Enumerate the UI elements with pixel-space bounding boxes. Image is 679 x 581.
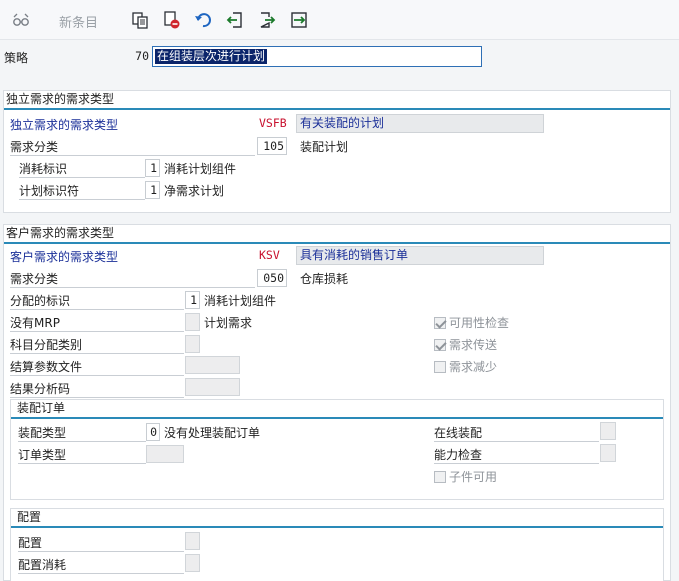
customer-req-type-label: 客户需求的需求类型 (10, 250, 119, 264)
strategy-value[interactable]: 70 (129, 48, 151, 66)
online-assembly-label: 在线装配 (434, 424, 599, 442)
section-title: 装配订单 (17, 401, 66, 415)
no-mrp-desc: 计划需求 (204, 316, 253, 330)
no-mrp-label: 没有MRP (10, 314, 184, 332)
order-type-input[interactable] (146, 445, 184, 463)
customer-req-class-label: 需求分类 (10, 270, 255, 288)
section-title: 独立需求的需求类型 (6, 92, 115, 106)
consumption-indicator-label: 消耗标识 (19, 160, 145, 178)
section-divider (4, 242, 670, 244)
allocation-indicator-label: 分配的标识 (10, 292, 184, 310)
requirements-transfer-label: 需求传送 (449, 338, 498, 352)
components-availability-label: 子件可用 (449, 470, 498, 484)
checkbox-icon (434, 471, 446, 483)
strategy-description-field[interactable]: 在组装层次进行计划 (152, 46, 482, 67)
independent-req-class-desc: 装配计划 (300, 140, 349, 154)
independent-req-type-input[interactable]: VSFB (257, 115, 295, 133)
checkbox-icon (434, 361, 446, 373)
results-analysis-label: 结果分析码 (10, 380, 184, 398)
section-title: 客户需求的需求类型 (6, 226, 115, 240)
order-type-label: 订单类型 (18, 446, 146, 464)
account-assignment-label: 科目分配类别 (10, 336, 184, 354)
section-divider (4, 108, 670, 110)
customer-req-class-input[interactable]: 050 (257, 269, 287, 287)
results-analysis-input[interactable] (185, 378, 240, 396)
previous-entry-icon[interactable] (226, 11, 244, 29)
config-consumption-label: 配置消耗 (18, 556, 184, 574)
configuration-input[interactable] (185, 532, 200, 550)
section-divider (11, 526, 663, 528)
assembly-type-desc: 没有处理装配订单 (164, 426, 261, 440)
assembly-type-input[interactable]: 0 (146, 423, 160, 441)
capacity-check-input[interactable] (600, 444, 616, 462)
planning-indicator-input[interactable]: 1 (145, 181, 160, 199)
account-assignment-input[interactable] (185, 335, 200, 353)
next-entry-icon[interactable] (258, 11, 276, 29)
independent-req-class-label: 需求分类 (10, 138, 255, 156)
customer-req-type-input[interactable]: KSV (257, 247, 295, 265)
consumption-indicator-desc: 消耗计划组件 (164, 162, 237, 176)
capacity-check-label: 能力检查 (434, 446, 599, 464)
online-assembly-input[interactable] (600, 422, 616, 440)
availability-check-label: 可用性检查 (449, 316, 510, 330)
section-title: 配置 (17, 510, 42, 524)
undo-icon[interactable] (194, 11, 212, 29)
strategy-description: 在组装层次进行计划 (155, 49, 268, 64)
settlement-profile-input[interactable] (185, 356, 240, 374)
strategy-label: 策略 (4, 51, 29, 65)
independent-req-type-desc: 有关装配的计划 (296, 114, 544, 133)
requirements-reduction-label: 需求减少 (449, 360, 498, 374)
assembly-type-label: 装配类型 (18, 424, 146, 442)
glasses-icon[interactable] (12, 11, 30, 29)
requirements-transfer-checkbox[interactable]: 需求传送 (434, 337, 497, 353)
allocation-indicator-desc: 消耗计划组件 (204, 294, 277, 308)
customer-req-class-desc: 仓库损耗 (300, 272, 349, 286)
availability-check-checkbox[interactable]: 可用性检查 (434, 315, 509, 331)
independent-req-class-input[interactable]: 105 (257, 137, 287, 155)
config-consumption-input[interactable] (185, 554, 200, 572)
application-toolbar: 新条目 (0, 0, 679, 40)
independent-req-type-label: 独立需求的需求类型 (10, 118, 119, 132)
delete-icon[interactable] (162, 11, 180, 29)
checkbox-icon (434, 317, 446, 329)
components-availability-checkbox[interactable]: 子件可用 (434, 469, 497, 485)
customer-req-type-desc: 具有消耗的销售订单 (296, 246, 544, 265)
allocation-indicator-input[interactable]: 1 (185, 291, 200, 309)
no-mrp-input[interactable] (185, 313, 200, 331)
planning-indicator-label: 计划标识符 (19, 182, 145, 200)
checkbox-icon (434, 339, 446, 351)
requirements-reduction-checkbox[interactable]: 需求减少 (434, 359, 497, 375)
section-divider (11, 417, 663, 419)
new-entries-button[interactable]: 新条目 (59, 12, 98, 31)
other-entry-icon[interactable] (290, 11, 308, 29)
consumption-indicator-input[interactable]: 1 (145, 159, 160, 177)
planning-indicator-desc: 净需求计划 (164, 184, 225, 198)
configuration-label: 配置 (18, 534, 184, 552)
copy-icon[interactable] (131, 11, 149, 29)
settlement-profile-label: 结算参数文件 (10, 358, 184, 376)
